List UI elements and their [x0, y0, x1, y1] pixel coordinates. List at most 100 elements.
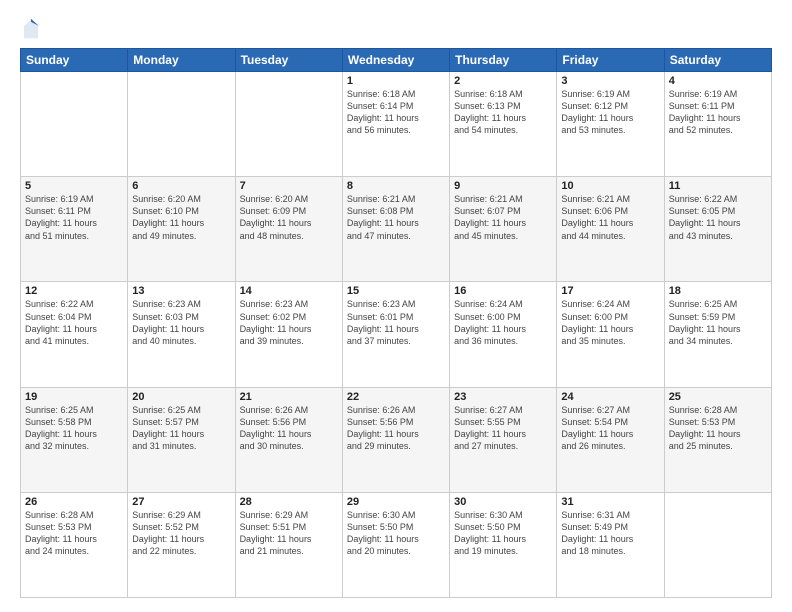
day-info: Sunrise: 6:21 AM Sunset: 6:08 PM Dayligh… — [347, 193, 445, 242]
day-info: Sunrise: 6:31 AM Sunset: 5:49 PM Dayligh… — [561, 509, 659, 558]
day-number: 10 — [561, 180, 659, 192]
day-number: 2 — [454, 75, 552, 87]
day-info: Sunrise: 6:19 AM Sunset: 6:12 PM Dayligh… — [561, 88, 659, 137]
day-number: 22 — [347, 391, 445, 403]
day-info: Sunrise: 6:24 AM Sunset: 6:00 PM Dayligh… — [454, 298, 552, 347]
calendar-cell: 3Sunrise: 6:19 AM Sunset: 6:12 PM Daylig… — [557, 72, 664, 177]
day-info: Sunrise: 6:30 AM Sunset: 5:50 PM Dayligh… — [347, 509, 445, 558]
day-number: 28 — [240, 496, 338, 508]
calendar-cell: 22Sunrise: 6:26 AM Sunset: 5:56 PM Dayli… — [342, 387, 449, 492]
day-info: Sunrise: 6:24 AM Sunset: 6:00 PM Dayligh… — [561, 298, 659, 347]
page: SundayMondayTuesdayWednesdayThursdayFrid… — [0, 0, 792, 612]
calendar-cell: 21Sunrise: 6:26 AM Sunset: 5:56 PM Dayli… — [235, 387, 342, 492]
day-info: Sunrise: 6:20 AM Sunset: 6:10 PM Dayligh… — [132, 193, 230, 242]
day-number: 25 — [669, 391, 767, 403]
calendar-cell: 26Sunrise: 6:28 AM Sunset: 5:53 PM Dayli… — [21, 492, 128, 597]
calendar-header-tuesday: Tuesday — [235, 49, 342, 72]
calendar-cell: 31Sunrise: 6:31 AM Sunset: 5:49 PM Dayli… — [557, 492, 664, 597]
day-info: Sunrise: 6:19 AM Sunset: 6:11 PM Dayligh… — [25, 193, 123, 242]
day-info: Sunrise: 6:28 AM Sunset: 5:53 PM Dayligh… — [669, 404, 767, 453]
day-number: 17 — [561, 285, 659, 297]
calendar-cell: 27Sunrise: 6:29 AM Sunset: 5:52 PM Dayli… — [128, 492, 235, 597]
day-number: 21 — [240, 391, 338, 403]
day-number: 23 — [454, 391, 552, 403]
day-info: Sunrise: 6:26 AM Sunset: 5:56 PM Dayligh… — [347, 404, 445, 453]
day-number: 19 — [25, 391, 123, 403]
day-number: 15 — [347, 285, 445, 297]
day-info: Sunrise: 6:21 AM Sunset: 6:07 PM Dayligh… — [454, 193, 552, 242]
calendar-cell: 15Sunrise: 6:23 AM Sunset: 6:01 PM Dayli… — [342, 282, 449, 387]
calendar-cell: 25Sunrise: 6:28 AM Sunset: 5:53 PM Dayli… — [664, 387, 771, 492]
calendar-cell: 4Sunrise: 6:19 AM Sunset: 6:11 PM Daylig… — [664, 72, 771, 177]
calendar-header-thursday: Thursday — [450, 49, 557, 72]
calendar-week-row: 26Sunrise: 6:28 AM Sunset: 5:53 PM Dayli… — [21, 492, 772, 597]
day-number: 30 — [454, 496, 552, 508]
day-number: 26 — [25, 496, 123, 508]
calendar-cell: 20Sunrise: 6:25 AM Sunset: 5:57 PM Dayli… — [128, 387, 235, 492]
logo — [20, 18, 44, 40]
calendar-week-row: 5Sunrise: 6:19 AM Sunset: 6:11 PM Daylig… — [21, 177, 772, 282]
calendar-cell: 7Sunrise: 6:20 AM Sunset: 6:09 PM Daylig… — [235, 177, 342, 282]
calendar-cell: 9Sunrise: 6:21 AM Sunset: 6:07 PM Daylig… — [450, 177, 557, 282]
day-info: Sunrise: 6:23 AM Sunset: 6:01 PM Dayligh… — [347, 298, 445, 347]
day-info: Sunrise: 6:19 AM Sunset: 6:11 PM Dayligh… — [669, 88, 767, 137]
calendar-table: SundayMondayTuesdayWednesdayThursdayFrid… — [20, 48, 772, 598]
calendar-cell: 5Sunrise: 6:19 AM Sunset: 6:11 PM Daylig… — [21, 177, 128, 282]
day-info: Sunrise: 6:27 AM Sunset: 5:55 PM Dayligh… — [454, 404, 552, 453]
day-number: 14 — [240, 285, 338, 297]
day-number: 16 — [454, 285, 552, 297]
day-info: Sunrise: 6:25 AM Sunset: 5:58 PM Dayligh… — [25, 404, 123, 453]
calendar-cell: 24Sunrise: 6:27 AM Sunset: 5:54 PM Dayli… — [557, 387, 664, 492]
day-info: Sunrise: 6:23 AM Sunset: 6:02 PM Dayligh… — [240, 298, 338, 347]
day-number: 11 — [669, 180, 767, 192]
day-info: Sunrise: 6:26 AM Sunset: 5:56 PM Dayligh… — [240, 404, 338, 453]
calendar-cell: 18Sunrise: 6:25 AM Sunset: 5:59 PM Dayli… — [664, 282, 771, 387]
day-info: Sunrise: 6:25 AM Sunset: 5:57 PM Dayligh… — [132, 404, 230, 453]
day-number: 7 — [240, 180, 338, 192]
calendar-cell: 2Sunrise: 6:18 AM Sunset: 6:13 PM Daylig… — [450, 72, 557, 177]
logo-icon — [22, 18, 40, 40]
calendar-header-friday: Friday — [557, 49, 664, 72]
calendar-cell: 13Sunrise: 6:23 AM Sunset: 6:03 PM Dayli… — [128, 282, 235, 387]
day-info: Sunrise: 6:18 AM Sunset: 6:13 PM Dayligh… — [454, 88, 552, 137]
day-number: 5 — [25, 180, 123, 192]
calendar-cell: 11Sunrise: 6:22 AM Sunset: 6:05 PM Dayli… — [664, 177, 771, 282]
calendar-cell: 30Sunrise: 6:30 AM Sunset: 5:50 PM Dayli… — [450, 492, 557, 597]
calendar-cell: 29Sunrise: 6:30 AM Sunset: 5:50 PM Dayli… — [342, 492, 449, 597]
calendar-cell: 23Sunrise: 6:27 AM Sunset: 5:55 PM Dayli… — [450, 387, 557, 492]
calendar-cell: 14Sunrise: 6:23 AM Sunset: 6:02 PM Dayli… — [235, 282, 342, 387]
day-number: 12 — [25, 285, 123, 297]
day-number: 20 — [132, 391, 230, 403]
calendar-header-row: SundayMondayTuesdayWednesdayThursdayFrid… — [21, 49, 772, 72]
day-number: 27 — [132, 496, 230, 508]
calendar-cell — [128, 72, 235, 177]
day-info: Sunrise: 6:20 AM Sunset: 6:09 PM Dayligh… — [240, 193, 338, 242]
day-info: Sunrise: 6:29 AM Sunset: 5:51 PM Dayligh… — [240, 509, 338, 558]
day-info: Sunrise: 6:23 AM Sunset: 6:03 PM Dayligh… — [132, 298, 230, 347]
calendar-header-saturday: Saturday — [664, 49, 771, 72]
calendar-header-wednesday: Wednesday — [342, 49, 449, 72]
day-number: 9 — [454, 180, 552, 192]
day-info: Sunrise: 6:22 AM Sunset: 6:04 PM Dayligh… — [25, 298, 123, 347]
day-info: Sunrise: 6:27 AM Sunset: 5:54 PM Dayligh… — [561, 404, 659, 453]
calendar-cell: 6Sunrise: 6:20 AM Sunset: 6:10 PM Daylig… — [128, 177, 235, 282]
day-info: Sunrise: 6:28 AM Sunset: 5:53 PM Dayligh… — [25, 509, 123, 558]
day-number: 18 — [669, 285, 767, 297]
day-number: 4 — [669, 75, 767, 87]
calendar-cell: 19Sunrise: 6:25 AM Sunset: 5:58 PM Dayli… — [21, 387, 128, 492]
calendar-cell: 10Sunrise: 6:21 AM Sunset: 6:06 PM Dayli… — [557, 177, 664, 282]
calendar-week-row: 12Sunrise: 6:22 AM Sunset: 6:04 PM Dayli… — [21, 282, 772, 387]
day-info: Sunrise: 6:22 AM Sunset: 6:05 PM Dayligh… — [669, 193, 767, 242]
calendar-cell: 12Sunrise: 6:22 AM Sunset: 6:04 PM Dayli… — [21, 282, 128, 387]
day-info: Sunrise: 6:30 AM Sunset: 5:50 PM Dayligh… — [454, 509, 552, 558]
calendar-cell — [664, 492, 771, 597]
calendar-cell: 8Sunrise: 6:21 AM Sunset: 6:08 PM Daylig… — [342, 177, 449, 282]
day-number: 3 — [561, 75, 659, 87]
day-number: 13 — [132, 285, 230, 297]
day-number: 31 — [561, 496, 659, 508]
calendar-cell: 28Sunrise: 6:29 AM Sunset: 5:51 PM Dayli… — [235, 492, 342, 597]
calendar-cell: 16Sunrise: 6:24 AM Sunset: 6:00 PM Dayli… — [450, 282, 557, 387]
calendar-cell — [21, 72, 128, 177]
calendar-header-monday: Monday — [128, 49, 235, 72]
day-info: Sunrise: 6:18 AM Sunset: 6:14 PM Dayligh… — [347, 88, 445, 137]
